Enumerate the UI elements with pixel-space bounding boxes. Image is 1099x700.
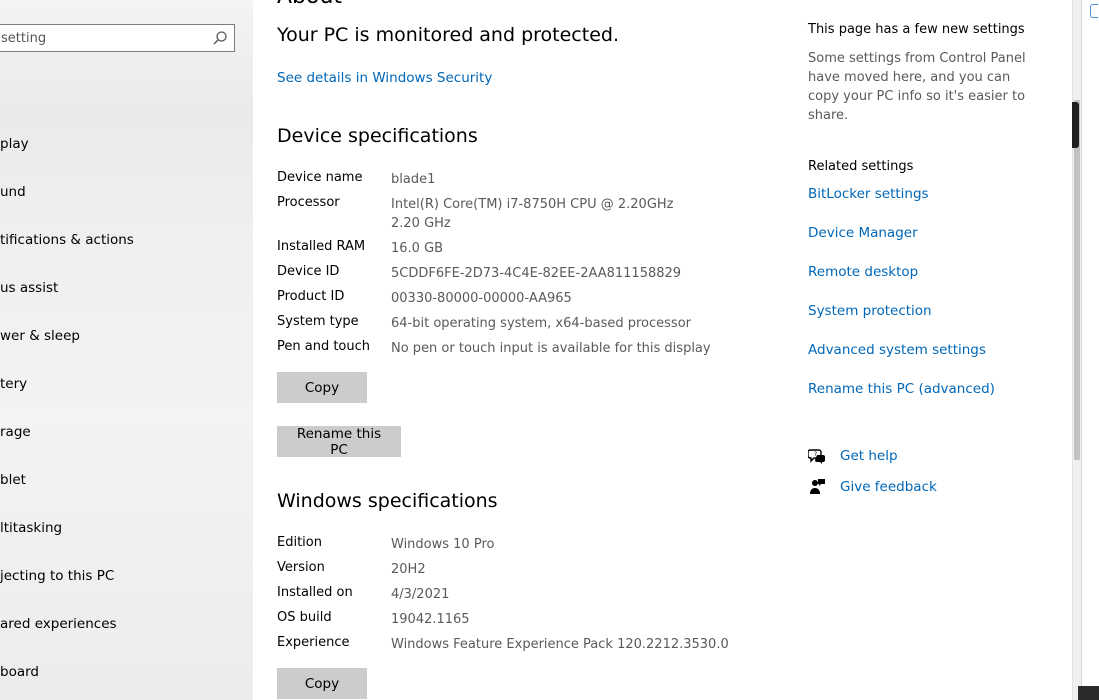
search-input[interactable] [1, 28, 201, 48]
spec-value: 00330-80000-00000-AA965 [391, 291, 572, 306]
get-help-icon[interactable]: ? [808, 447, 826, 465]
related-settings-title: Related settings [808, 159, 914, 174]
spec-value: Intel(R) Core(TM) i7-8750H CPU @ 2.20GHz… [391, 197, 674, 231]
spec-key: Edition [277, 535, 322, 550]
sidebar-item-battery[interactable]: tery [0, 369, 253, 399]
search-box[interactable] [0, 24, 235, 52]
sidebar-item-label: tery [0, 376, 28, 392]
bitlocker-settings-link[interactable]: BitLocker settings [808, 186, 929, 202]
spec-value: Windows Feature Experience Pack 120.2212… [391, 637, 729, 652]
copy-device-specs-button[interactable]: Copy [277, 372, 367, 403]
windows-specs-title: Windows specifications [277, 490, 498, 512]
spec-value: 5CDDF6FE-2D73-4C4E-82EE-2AA811158829 [391, 266, 682, 281]
background-window-edge [1081, 0, 1099, 700]
rename-pc-advanced-link[interactable]: Rename this PC (advanced) [808, 381, 995, 397]
spec-value: No pen or touch input is available for t… [391, 341, 711, 356]
get-help-link[interactable]: Get help [840, 448, 898, 464]
spec-key: OS build [277, 610, 332, 625]
sidebar-item-notifications[interactable]: tifications & actions [0, 225, 253, 255]
settings-sidebar: play und tifications & actions us assist… [0, 0, 253, 700]
sidebar-item-label: tifications & actions [0, 232, 134, 248]
sidebar-item-sound[interactable]: und [0, 177, 253, 207]
give-feedback-link[interactable]: Give feedback [840, 479, 937, 495]
new-settings-title: This page has a few new settings [808, 22, 1025, 37]
device-manager-link[interactable]: Device Manager [808, 225, 918, 241]
spec-key: Experience [277, 635, 350, 650]
sidebar-item-projecting[interactable]: jecting to this PC [0, 561, 253, 591]
spec-key: System type [277, 314, 359, 329]
spec-key: Device name [277, 170, 363, 185]
sidebar-item-focus-assist[interactable]: us assist [0, 273, 253, 303]
protection-status-heading: Your PC is monitored and protected. [277, 24, 619, 46]
scrollbar-thumb[interactable] [1074, 100, 1080, 460]
window-edge-tab [1072, 102, 1079, 148]
remote-desktop-link[interactable]: Remote desktop [808, 264, 918, 280]
spec-key: Version [277, 560, 325, 575]
spec-key: Installed on [277, 585, 353, 600]
sidebar-item-label: wer & sleep [0, 328, 80, 344]
spec-key: Device ID [277, 264, 340, 279]
sidebar-item-label: ltitasking [0, 520, 63, 536]
advanced-system-settings-link[interactable]: Advanced system settings [808, 342, 986, 358]
spec-value: 20H2 [391, 562, 426, 577]
spec-value: 4/3/2021 [391, 587, 450, 602]
sidebar-item-label: board [0, 664, 39, 680]
spec-value: blade1 [391, 172, 436, 187]
main-content: About Your PC is monitored and protected… [253, 0, 1072, 700]
sidebar-item-shared-experiences[interactable]: ared experiences [0, 609, 253, 639]
spec-value: Windows 10 Pro [391, 537, 495, 552]
sidebar-item-label: play [0, 136, 29, 152]
system-protection-link[interactable]: System protection [808, 303, 932, 319]
sidebar-item-power-sleep[interactable]: wer & sleep [0, 321, 253, 351]
sidebar-item-multitasking[interactable]: ltitasking [0, 513, 253, 543]
give-feedback-icon[interactable] [808, 478, 826, 496]
new-settings-text: Some settings from Control Panel have mo… [808, 51, 1026, 123]
sidebar-item-label: ared experiences [0, 616, 117, 632]
windows-security-link[interactable]: See details in Windows Security [277, 70, 492, 86]
spec-value: 64-bit operating system, x64-based proce… [391, 316, 691, 331]
svg-text:?: ? [814, 451, 817, 458]
search-icon[interactable] [212, 30, 228, 46]
copy-windows-specs-button[interactable]: Copy [277, 668, 367, 699]
spec-key: Installed RAM [277, 239, 366, 254]
spec-value: 19042.1165 [391, 612, 470, 627]
device-specs-title: Device specifications [277, 125, 478, 147]
spec-key: Product ID [277, 289, 345, 304]
spec-key: Pen and touch [277, 339, 371, 354]
sidebar-item-label: und [0, 184, 26, 200]
sidebar-item-label: jecting to this PC [0, 568, 115, 584]
sidebar-item-label: rage [0, 424, 31, 440]
sidebar-item-display[interactable]: play [0, 129, 253, 159]
rename-pc-button[interactable]: Rename this PC [277, 426, 401, 458]
sidebar-item-tablet[interactable]: blet [0, 465, 253, 495]
page-title: About [277, 0, 342, 9]
spec-value: 16.0 GB [391, 241, 444, 256]
sidebar-item-label: us assist [0, 280, 59, 296]
sidebar-item-clipboard[interactable]: board [0, 657, 253, 687]
sidebar-item-label: blet [0, 472, 26, 488]
window-fragment-icon [1090, 4, 1098, 18]
sidebar-item-storage[interactable]: rage [0, 417, 253, 447]
spec-key: Processor [277, 195, 340, 210]
taskbar-fragment [1078, 686, 1099, 700]
